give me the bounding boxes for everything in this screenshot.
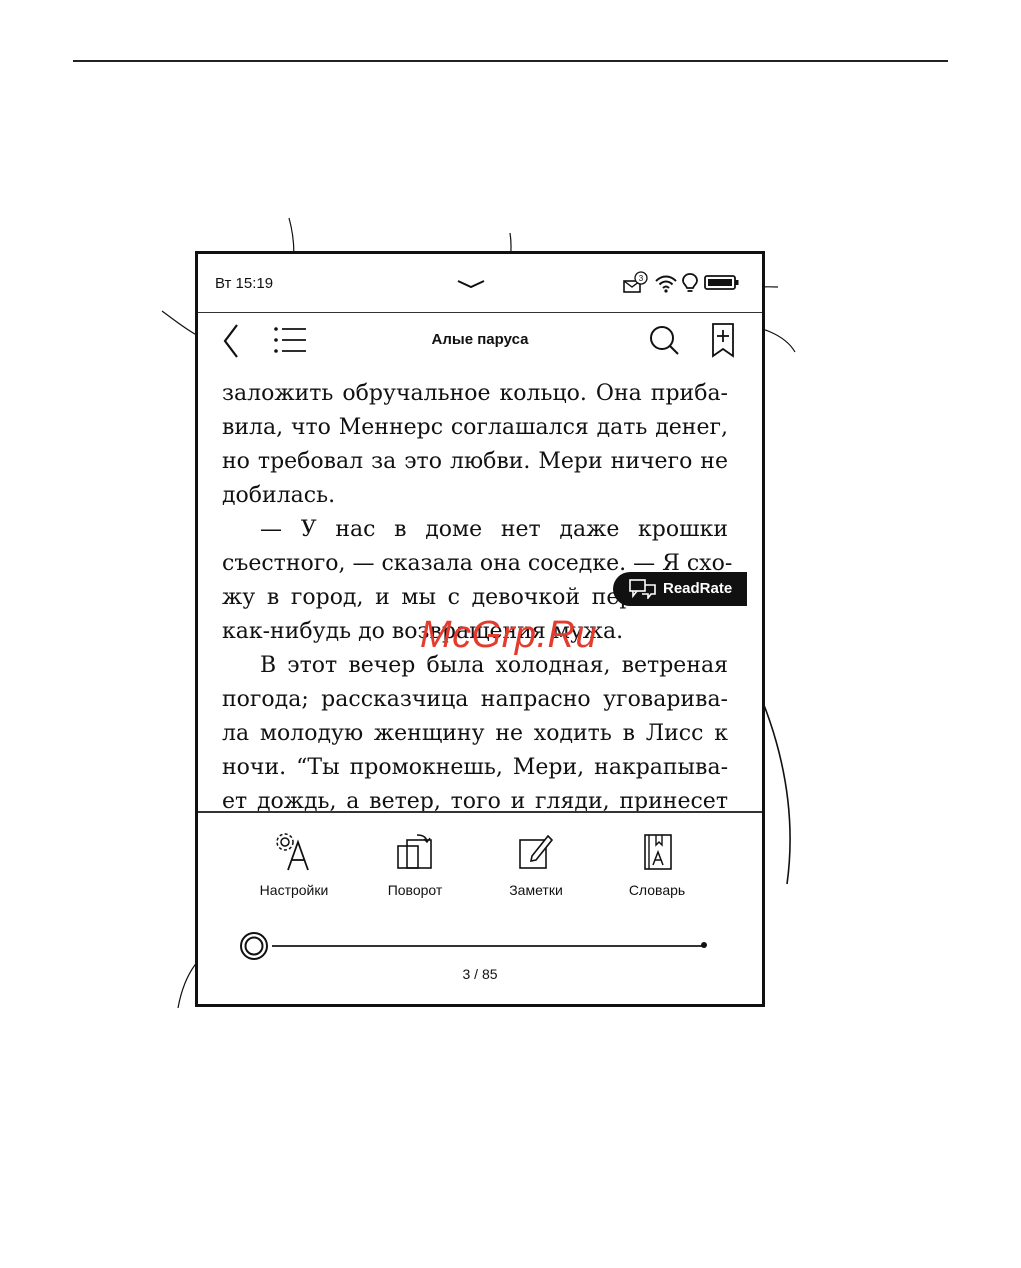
menu-rotate[interactable]: Поворот — [355, 832, 475, 898]
menu-settings[interactable]: Настройки — [234, 832, 354, 898]
settings-font-icon — [276, 833, 309, 871]
progress-track[interactable] — [272, 945, 704, 947]
readrate-label: ReadRate — [663, 580, 733, 597]
add-bookmark-icon[interactable] — [708, 322, 738, 358]
menu-label: Настройки — [259, 882, 329, 898]
readrate-button[interactable]: ReadRate — [613, 572, 747, 606]
page-top-rule — [73, 60, 948, 62]
dictionary-icon — [644, 834, 672, 870]
menu-notes[interactable]: Заметки — [476, 832, 596, 898]
text-line: ночи. “Ты промокнешь, Мери, накрапыва- — [222, 755, 728, 780]
pull-down-handle-icon[interactable] — [456, 278, 486, 290]
text-line: — У нас в доме нет даже крошки — [260, 517, 728, 542]
readrate-chat-icon — [629, 579, 656, 599]
search-icon[interactable] — [647, 323, 681, 357]
reader-toolbar: Алые паруса — [198, 313, 762, 367]
page-counter[interactable]: 3 / 85 — [198, 966, 762, 982]
battery-icon — [704, 271, 740, 298]
watermark: McGrp.Ru — [420, 614, 598, 656]
text-line: но требовал за это любви. Мери ничего не — [222, 449, 728, 474]
progress-slider-knob[interactable] — [239, 931, 269, 961]
text-line: ет дождь, а ветер, того и гляди, принесе… — [222, 789, 728, 811]
partial-line — [222, 367, 728, 377]
text-line: добилась. — [222, 483, 336, 508]
menu-label: Поворот — [387, 882, 443, 898]
ereader-screen: Вт 15:19 3 Алые паруса заложить обручаль… — [195, 251, 765, 1007]
notes-icon — [519, 834, 554, 869]
mail-icon[interactable]: 3 — [622, 271, 648, 302]
text-line: ла молодую женщину не ходить в Лисс к — [222, 721, 728, 746]
rotate-icon — [397, 834, 432, 869]
menu-dictionary[interactable]: Словарь — [597, 832, 717, 898]
mail-badge: 3 — [639, 274, 644, 283]
text-line: заложить обручальное кольцо. Она прибa- — [222, 381, 728, 406]
text-line: погода; рассказчица напрасно уговарива- — [222, 687, 728, 712]
status-time: Вт 15:19 — [215, 275, 274, 292]
progress-end-dot — [701, 942, 707, 948]
text-line: вила, что Меннерс соглашался дать денег, — [222, 415, 728, 440]
menu-label: Заметки — [509, 882, 563, 898]
menu-label: Словарь — [628, 882, 686, 898]
frontlight-icon[interactable] — [680, 271, 700, 300]
status-bar: Вт 15:19 3 — [198, 254, 762, 313]
bottom-divider — [198, 811, 762, 813]
wifi-icon[interactable] — [654, 271, 678, 300]
